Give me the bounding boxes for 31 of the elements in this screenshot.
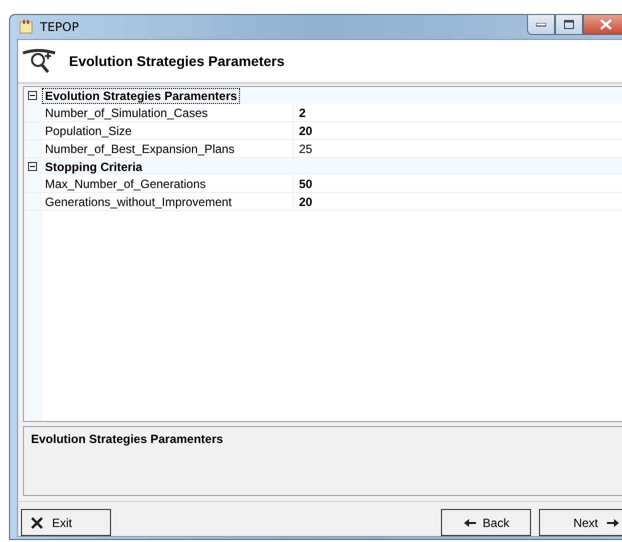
description-title: Evolution Strategies Paramenters <box>31 432 224 446</box>
page-title: Evolution Strategies Parameters <box>69 53 285 69</box>
minimize-button[interactable] <box>527 15 555 35</box>
collapse-icon[interactable] <box>28 91 37 100</box>
app-icon <box>18 19 34 35</box>
close-icon <box>30 516 44 530</box>
property-value[interactable]: 2 <box>294 106 306 120</box>
property-name[interactable]: Generations_without_Improvement <box>42 193 294 210</box>
property-name[interactable]: Number_of_Simulation_Cases <box>42 104 294 121</box>
property-name[interactable]: Number_of_Best_Expansion_Plans <box>42 140 294 157</box>
collapse-icon[interactable] <box>28 162 37 171</box>
property-value[interactable]: 50 <box>294 176 312 190</box>
next-button[interactable]: Next <box>539 509 622 536</box>
property-value[interactable]: 20 <box>294 124 312 138</box>
window-title: TEPOP <box>40 20 79 34</box>
maximize-button[interactable] <box>555 15 583 35</box>
left-arrow-icon <box>462 518 477 528</box>
category-label[interactable]: Stopping Criteria <box>42 158 146 174</box>
right-arrow-icon <box>606 518 620 528</box>
exit-button[interactable]: Exit <box>21 509 111 536</box>
magnifier-icon <box>21 47 57 75</box>
maximize-icon <box>564 20 574 29</box>
property-name[interactable]: Population_Size <box>42 122 294 139</box>
close-icon <box>600 19 612 30</box>
category-label[interactable]: Evolution Strategies Paramenters <box>42 88 240 104</box>
property-name[interactable]: Max_Number_of_Generations <box>42 175 294 192</box>
property-value[interactable]: 20 <box>294 194 312 208</box>
back-button[interactable]: Back <box>441 509 531 536</box>
close-button[interactable] <box>583 15 622 35</box>
property-value[interactable]: 25 <box>294 142 312 156</box>
minimize-icon <box>536 22 546 26</box>
